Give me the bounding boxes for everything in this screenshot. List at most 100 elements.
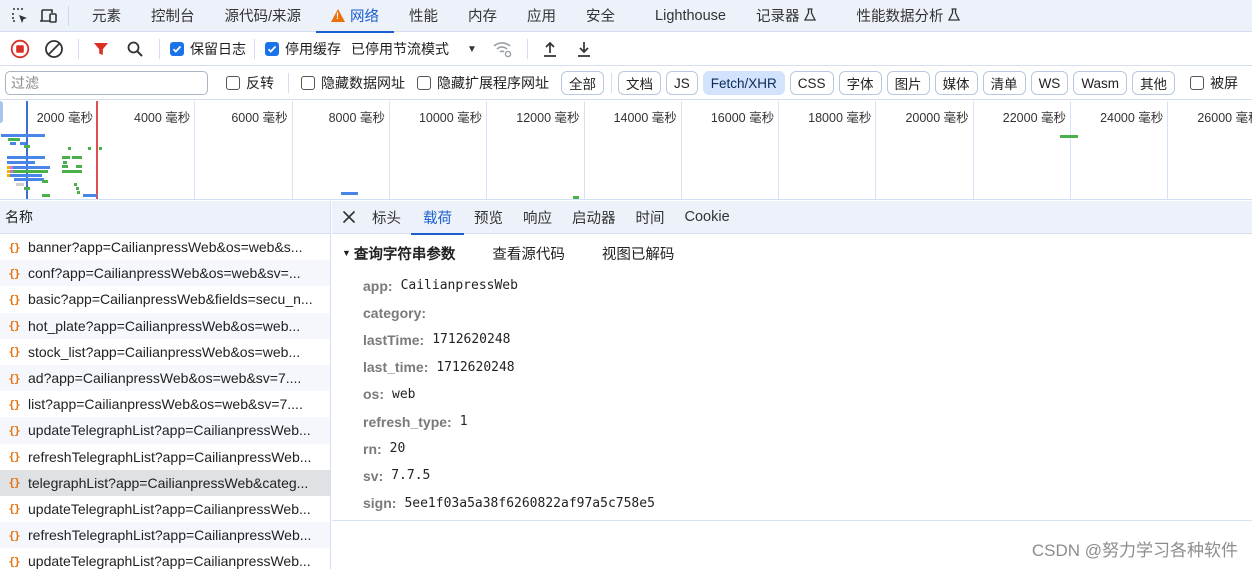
tab-performance-insights[interactable]: 性能数据分析 [831,0,975,32]
tab-application[interactable]: 应用 [512,0,571,32]
hide-data-urls-checkbox[interactable]: 隐藏数据网址 [301,73,405,93]
param-value[interactable]: 1712620248 [436,360,514,375]
tab-label: 源代码/来源 [224,9,302,25]
flask-icon [948,7,961,24]
export-har-button[interactable] [572,37,596,61]
query-string-toggle[interactable]: ▼ 查询字符串参数 [342,243,455,264]
request-bar-mark [62,170,82,173]
type-filter-all[interactable]: 全部 [561,71,604,95]
tab-label: 安全 [586,9,616,25]
view-source-link[interactable]: 查看源代码 [492,243,565,264]
timeline-tick-label: 22000 毫秒 [1002,111,1066,125]
request-row[interactable]: {} list?app=CailianpressWeb&os=web&sv=7..… [0,391,330,417]
type-filter-font[interactable]: 字体 [838,71,882,95]
tab-headers[interactable]: 标头 [366,201,411,234]
request-bar-mark [88,147,91,150]
filter-input[interactable] [5,71,208,95]
column-header-name[interactable]: 名称 [0,201,330,234]
request-row[interactable]: {} conf?app=CailianpressWeb&os=web&sv=... [0,260,330,287]
type-filter-css[interactable]: CSS [789,71,834,95]
param-value[interactable]: 5ee1f03a5a38f6260822af97a5c758e5 [404,496,654,511]
timeline-tick-label: 16000 毫秒 [710,111,775,125]
clear-button[interactable] [42,37,66,61]
query-param: sv: 7.7.5 [363,462,1252,489]
tab-security[interactable]: 安全 [571,0,630,32]
request-row[interactable]: {} basic?app=CailianpressWeb&fields=secu_… [0,286,330,312]
tab-label: 内存 [468,9,498,25]
close-detail-button[interactable] [332,201,366,234]
invert-label: 反转 [246,75,274,91]
network-overview-timeline[interactable]: 2000 毫秒 4000 毫秒 6000 毫秒 8000 毫秒 10000 毫秒 1200… [0,101,1252,200]
type-filter-ws[interactable]: WS [1030,71,1069,95]
request-row[interactable]: {} refreshTelegraphList?app=CailianpressW… [0,444,330,470]
tab-lighthouse[interactable]: Lighthouse [630,0,741,32]
tab-preview[interactable]: 预览 [464,201,513,234]
tab-payload[interactable]: 载荷 [411,201,464,235]
disable-cache-checkbox[interactable]: 停用缓存 [265,39,341,59]
tab-sources[interactable]: 源代码/来源 [210,0,317,32]
request-row[interactable]: {} stock_list?app=CailianpressWeb&os=web.… [0,339,330,365]
request-list: 名称 {} banner?app=CailianpressWeb&os=web&s… [0,201,331,569]
tab-memory[interactable]: 内存 [453,0,512,32]
tab-recorder[interactable]: 记录器 [741,0,832,32]
stop-recording-button[interactable] [8,37,32,61]
timeline-grid-line [1070,101,1071,199]
param-value[interactable]: 20 [390,441,406,456]
invert-checkbox[interactable]: 反转 [226,73,274,93]
filter-toggle-button[interactable] [89,37,113,61]
request-row[interactable]: {} updateTelegraphList?app=CailianpressWe… [0,548,330,569]
view-decoded-link[interactable]: 视图已解码 [602,243,675,264]
request-bar-mark [8,166,50,169]
tab-label: 响应 [523,210,552,227]
blocked-requests-checkbox[interactable]: 被屏 [1190,73,1238,93]
timeline-tick-label: 14000 毫秒 [613,111,677,125]
preserve-log-checkbox[interactable]: 保留日志 [170,39,246,59]
param-value[interactable]: CailianpressWeb [401,278,518,293]
request-row[interactable]: {} updateTelegraphList?app=CailianpressWe… [0,496,330,522]
request-row[interactable]: {} telegraphList?app=CailianpressWeb&cate… [0,469,330,496]
request-row[interactable]: {} refreshTelegraphList?app=CailianpressW… [0,522,330,549]
tab-label: Lighthouse [655,7,726,24]
param-value[interactable]: 7.7.5 [391,468,430,483]
search-button[interactable] [123,37,147,61]
warning-icon [331,9,346,22]
request-row[interactable]: {} ad?app=CailianpressWeb&os=web&sv=7.... [0,364,330,392]
request-row[interactable]: {} updateTelegraphList?app=CailianpressWe… [0,417,330,444]
xhr-icon: {} [8,397,20,411]
type-filter-other[interactable]: 其他 [1132,71,1176,95]
type-filter-img[interactable]: 图片 [886,71,930,95]
hide-extension-urls-checkbox[interactable]: 隐藏扩展程序网址 [417,73,549,93]
tab-response[interactable]: 响应 [513,201,562,234]
timeline-grid-line [194,101,196,199]
request-row[interactable]: {} hot_plate?app=CailianpressWeb&os=web..… [0,312,330,339]
checkbox-unchecked-icon [1190,76,1205,90]
device-toolbar-icon[interactable] [34,0,62,32]
param-value[interactable]: 1712620248 [432,332,510,347]
tab-performance[interactable]: 性能 [394,0,453,32]
chevron-down-icon: ▼ [467,43,477,55]
param-value[interactable]: 1 [460,414,468,429]
type-filter-wasm[interactable]: Wasm [1073,71,1128,95]
tab-initiator[interactable]: 启动器 [562,201,626,234]
type-filter-js[interactable]: JS [666,71,698,95]
tab-network[interactable]: 网络 [316,0,395,33]
throttling-select[interactable]: 已停用节流模式 ▼ [351,39,477,59]
import-har-button[interactable] [538,37,562,61]
type-filter-manifest[interactable]: 清单 [982,71,1026,95]
inspect-element-icon[interactable] [6,0,34,32]
column-header-label: 名称 [5,209,33,225]
param-value[interactable]: web [392,387,415,402]
tab-cookies[interactable]: Cookie [675,201,740,234]
tab-timing[interactable]: 时间 [626,201,675,234]
network-conditions-button[interactable] [491,37,515,61]
request-bar-mark [16,183,24,186]
type-filter-media[interactable]: 媒体 [934,71,978,95]
type-filter-fetch-xhr[interactable]: Fetch/XHR [702,71,785,95]
request-bar-mark [24,187,30,190]
request-bar-mark [62,156,70,159]
tab-console[interactable]: 控制台 [136,0,210,32]
request-row[interactable]: {} banner?app=CailianpressWeb&os=web&s... [0,234,330,260]
clear-icon [45,40,63,58]
tab-elements[interactable]: 元素 [77,0,136,32]
type-filter-doc[interactable]: 文档 [618,71,661,95]
